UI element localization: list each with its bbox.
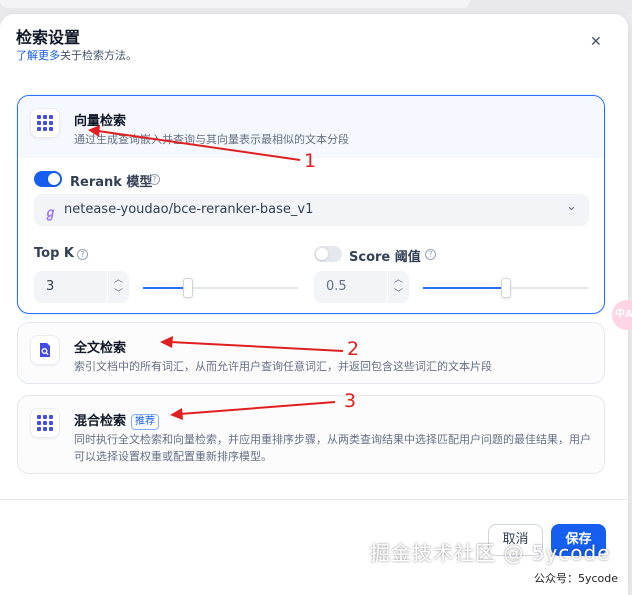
- annotation-arrows: [88, 125, 344, 420]
- annotation-arrow: [179, 401, 336, 415]
- arrowhead-icon: [160, 336, 173, 348]
- annotation-arrow: [97, 130, 301, 161]
- watermark-text: 掘金技术社区 @ 5ycode: [370, 541, 611, 565]
- annotation-arrow: [169, 341, 344, 352]
- annotation-number: 3: [344, 390, 357, 412]
- annotation-number: 1: [304, 150, 317, 172]
- arrowhead-icon: [170, 408, 183, 420]
- watermark-subtext: 公众号：5ycode: [534, 572, 619, 585]
- annotation-number: 2: [347, 338, 360, 360]
- arrowhead-icon: [88, 125, 100, 137]
